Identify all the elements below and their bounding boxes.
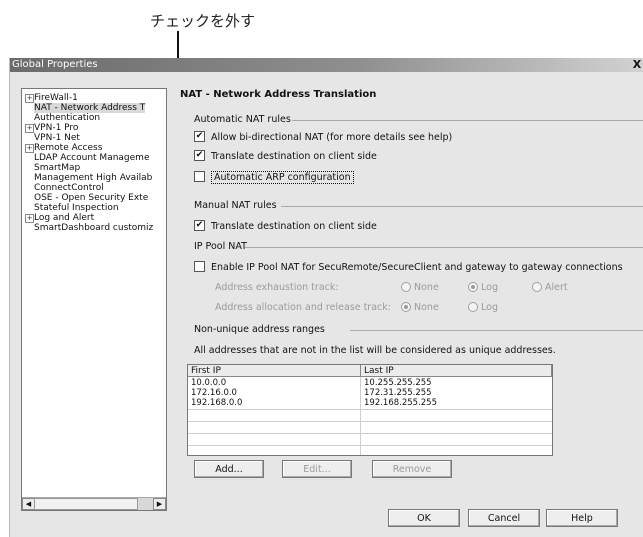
radio-selected-icon[interactable]: [401, 301, 411, 312]
allocation-log-radio[interactable]: Log: [468, 301, 498, 314]
address-ranges-table[interactable]: First IP Last IP 10.0.0.0 10.255.255.255…: [187, 364, 553, 456]
checkbox-checked-icon[interactable]: [194, 150, 205, 161]
remove-button[interactable]: Remove: [372, 460, 452, 478]
tree-item-smartdashboard[interactable]: SmartDashboard customiz: [34, 223, 153, 233]
exhaustion-track-label: Address exhaustion track:: [215, 282, 339, 293]
expand-icon[interactable]: +: [25, 94, 34, 103]
allocation-none-radio[interactable]: None: [401, 301, 439, 314]
tree-item-nat[interactable]: NAT - Network Address T: [34, 103, 146, 113]
automatic-arp-checkbox[interactable]: Automatic ARP configuration: [194, 171, 354, 184]
row-divider: [188, 421, 552, 422]
group-divider: [245, 247, 643, 248]
cell-first-ip: 172.16.0.0: [191, 388, 237, 398]
cell-first-ip: 10.0.0.0: [191, 378, 227, 388]
checkbox-checked-icon[interactable]: [194, 131, 205, 142]
tree-item-firewall[interactable]: + FireWall-1: [25, 93, 78, 103]
translate-destination-auto-checkbox[interactable]: Translate destination on client side: [194, 150, 377, 163]
radio-icon[interactable]: [468, 301, 478, 312]
row-divider: [188, 433, 552, 434]
scroll-thumb[interactable]: [34, 498, 138, 510]
tree-item-remote-access[interactable]: + Remote Access: [25, 143, 102, 153]
row-divider: [188, 445, 552, 446]
column-header-first-ip[interactable]: First IP: [188, 365, 361, 377]
cancel-button[interactable]: Cancel: [468, 509, 540, 527]
tree-item-stateful-inspection[interactable]: Stateful Inspection: [34, 203, 119, 213]
tree-horizontal-scrollbar[interactable]: ◀ ▶: [22, 497, 166, 510]
exhaustion-log-radio[interactable]: Log: [468, 281, 498, 294]
callout-text: チェックを外す: [150, 12, 256, 30]
checkbox-checked-icon[interactable]: [194, 220, 205, 231]
tree-item-connectcontrol[interactable]: ConnectControl: [34, 183, 104, 193]
edit-button[interactable]: Edit...: [282, 460, 352, 478]
close-icon[interactable]: X: [631, 58, 643, 71]
group-divider: [281, 206, 643, 207]
add-button[interactable]: Add...: [194, 460, 264, 478]
global-properties-dialog: Global Properties X + FireWall-1 NAT - Ne…: [9, 58, 643, 537]
group-ip-pool-nat: IP Pool NAT: [194, 241, 247, 252]
checkbox-unchecked-icon[interactable]: [194, 261, 205, 272]
ok-button[interactable]: OK: [388, 509, 460, 527]
row-divider: [188, 409, 552, 410]
radio-icon[interactable]: [532, 281, 542, 292]
allow-bidirectional-checkbox[interactable]: Allow bi-directional NAT (for more detai…: [194, 131, 452, 144]
exhaustion-none-radio[interactable]: None: [401, 281, 439, 294]
allocation-track-label: Address allocation and release track:: [215, 302, 391, 313]
cell-last-ip: 192.168.255.255: [364, 398, 438, 408]
group-automatic-nat: Automatic NAT rules: [194, 114, 291, 125]
dialog-title: Global Properties: [12, 59, 98, 70]
cell-last-ip: 172.31.255.255: [364, 388, 432, 398]
dialog-titlebar: Global Properties X: [10, 58, 643, 72]
radio-selected-icon[interactable]: [468, 281, 478, 292]
checkbox-unchecked-icon[interactable]: [194, 171, 205, 182]
panel-title: NAT - Network Address Translation: [180, 89, 377, 100]
expand-icon[interactable]: +: [25, 124, 34, 133]
tree-item-smartmap[interactable]: SmartMap: [34, 163, 80, 173]
tree-item-ose[interactable]: OSE - Open Security Exte: [34, 193, 148, 203]
enable-ippool-checkbox[interactable]: Enable IP Pool NAT for SecuRemote/Secure…: [194, 261, 623, 274]
category-tree[interactable]: + FireWall-1 NAT - Network Address T Auth…: [21, 88, 167, 511]
tree-item-management-ha[interactable]: Management High Availab: [34, 173, 152, 183]
tree-item-vpn1-pro[interactable]: + VPN-1 Pro: [25, 123, 78, 133]
group-nonunique-ranges: Non-unique address ranges: [194, 324, 325, 335]
tree-item-vpn1-net[interactable]: VPN-1 Net: [34, 133, 80, 143]
radio-icon[interactable]: [401, 281, 411, 292]
tree-item-log-alert[interactable]: + Log and Alert: [25, 213, 94, 223]
tree-item-ldap[interactable]: LDAP Account Manageme: [34, 153, 149, 163]
group-divider: [292, 120, 643, 121]
group-divider: [350, 330, 643, 331]
tree-item-authentication[interactable]: Authentication: [34, 113, 100, 123]
exhaustion-alert-radio[interactable]: Alert: [532, 281, 568, 294]
scroll-right-icon[interactable]: ▶: [153, 498, 166, 510]
group-manual-nat: Manual NAT rules: [194, 200, 277, 211]
help-button[interactable]: Help: [546, 509, 618, 527]
expand-icon[interactable]: +: [25, 144, 34, 153]
cell-last-ip: 10.255.255.255: [364, 378, 432, 388]
nonunique-description: All addresses that are not in the list w…: [194, 345, 556, 356]
expand-icon[interactable]: +: [25, 214, 34, 223]
column-header-last-ip[interactable]: Last IP: [361, 365, 552, 377]
translate-destination-manual-checkbox[interactable]: Translate destination on client side: [194, 220, 377, 233]
cell-first-ip: 192.168.0.0: [191, 398, 243, 408]
